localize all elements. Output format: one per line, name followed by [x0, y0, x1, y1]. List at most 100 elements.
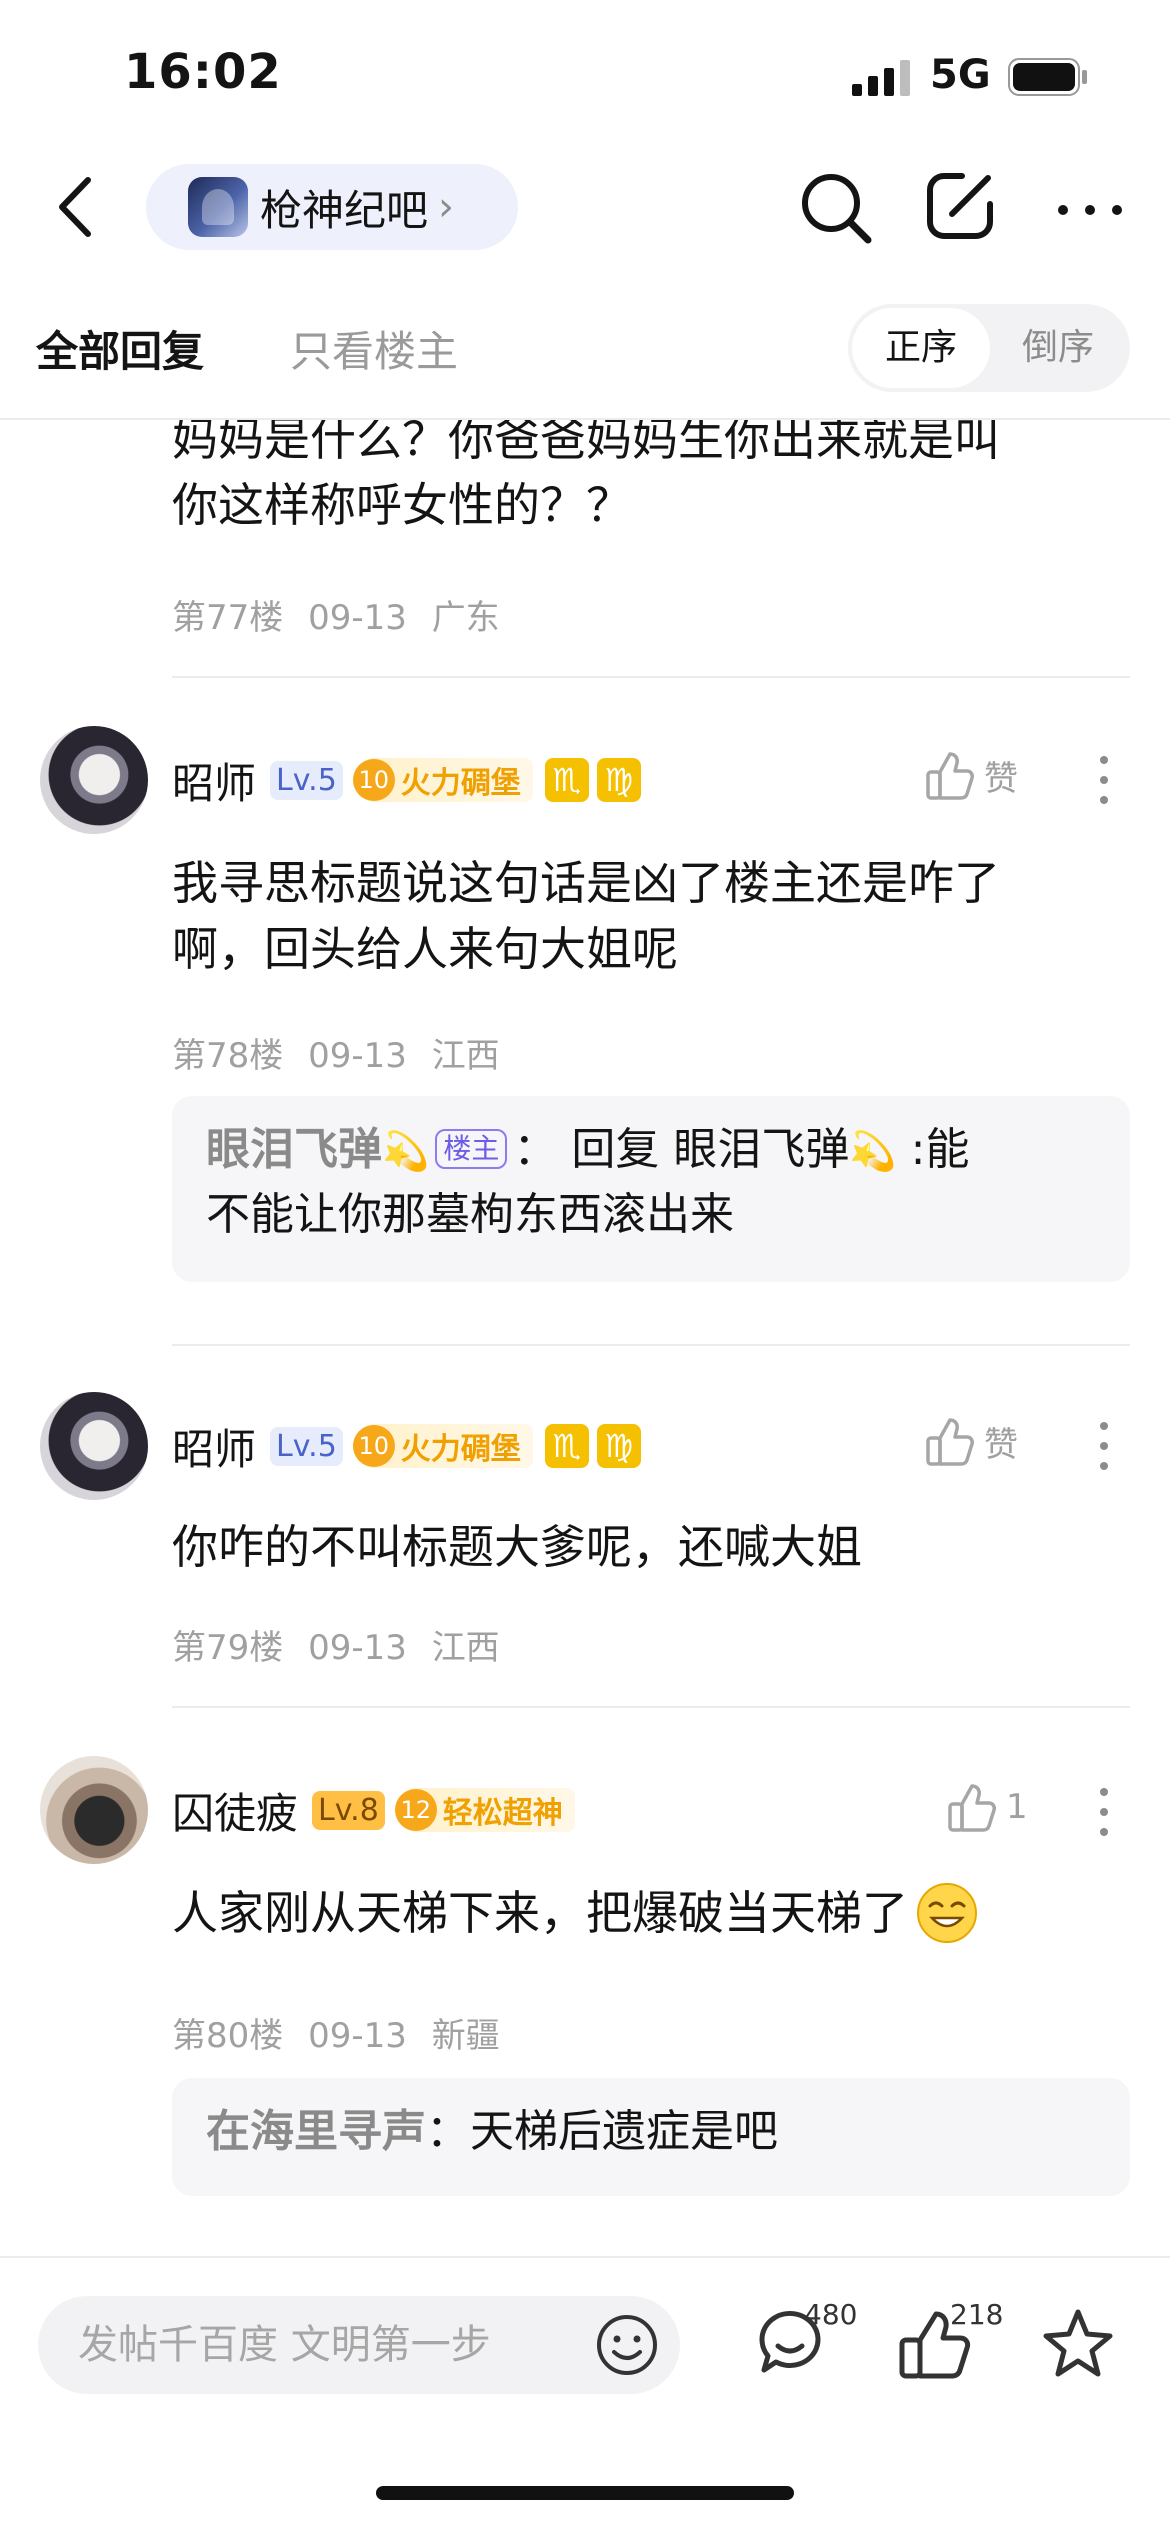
comment-count: 480 — [804, 2298, 858, 2331]
virgo-icon: ♍ — [596, 1424, 641, 1468]
username[interactable]: 昭师 — [172, 750, 256, 811]
search-icon[interactable] — [798, 170, 874, 246]
post-text: 我寻思标题说这句话是凶了楼主还是咋了 — [172, 856, 1000, 910]
username[interactable]: 囚徒疲 — [172, 1780, 298, 1841]
like-label: 赞 — [984, 1424, 1018, 1465]
badge-text: 轻松超神 — [442, 1796, 563, 1831]
share-edit-icon[interactable] — [922, 168, 998, 244]
badge-number: 12 — [394, 1789, 437, 1831]
sort-ascending-button[interactable]: 正序 — [852, 308, 990, 388]
user-info: 囚徒疲 Lv.8 12 轻松超神 — [172, 1780, 587, 1840]
virgo-icon: ♍ — [596, 758, 641, 802]
divider — [172, 676, 1130, 678]
title-badge: 12 轻松超神 — [394, 1788, 575, 1832]
reply-input-box[interactable] — [38, 2296, 680, 2394]
signal-icon — [852, 60, 910, 96]
floor-number: 第78楼 — [172, 1036, 284, 1076]
forum-name: 枪神纪吧 — [260, 185, 429, 235]
like-count: 218 — [950, 2298, 1004, 2331]
sub-reply-text: ：天梯后遗症是吧 — [426, 2106, 778, 2157]
post-text: 你咋的不叫标题大爹呢，还喊大姐 — [172, 1520, 862, 1574]
sub-reply-text: :能 — [896, 1124, 970, 1175]
sort-descending-button[interactable]: 倒序 — [990, 308, 1126, 388]
divider — [172, 1344, 1130, 1346]
sort-toggle: 正序 倒序 — [848, 304, 1130, 392]
thumbs-up-icon — [948, 1784, 996, 1832]
post-body: 你咋的不叫标题大爹呢，还喊大姐 — [172, 1514, 862, 1580]
post-date: 09-13 — [308, 598, 407, 638]
floor-number: 第80楼 — [172, 2016, 284, 2056]
badge-number: 10 — [352, 759, 395, 801]
level-badge: Lv.5 — [270, 760, 343, 800]
badge-number: 10 — [352, 1425, 395, 1467]
sub-reply[interactable]: 眼泪飞弹💫 楼主： 回复 眼泪飞弹💫 :能 不能让你那墓枸东西滚出来 — [172, 1096, 1130, 1282]
post-location: 江西 — [431, 1628, 500, 1668]
battery-icon — [1008, 58, 1087, 96]
divider — [0, 2256, 1170, 2258]
post-date: 09-13 — [308, 2016, 407, 2056]
like-count: 1 — [1006, 1787, 1028, 1827]
sparkle-emoji: 💫 — [382, 1129, 430, 1173]
tab-owner-only[interactable]: 只看楼主 — [290, 318, 458, 379]
emoji-icon[interactable] — [594, 2312, 660, 2378]
floor-number: 第77楼 — [172, 598, 284, 638]
title-badge: 10 火力碉堡 — [352, 1424, 533, 1468]
like-label: 赞 — [984, 758, 1018, 799]
more-icon[interactable] — [1055, 170, 1125, 246]
scorpio-icon: ♏ — [544, 1424, 589, 1468]
home-indicator — [376, 2486, 794, 2500]
more-vertical-icon[interactable] — [1094, 750, 1114, 810]
post-meta: 第80楼 09-13 新疆 — [172, 2008, 500, 2057]
thumbs-up-icon — [926, 752, 974, 800]
like-button[interactable]: 1 — [948, 1782, 1028, 1832]
post-77: 妈妈是什么？你爸爸妈妈生你出来就是叫 你这样称呼女性的？？ — [172, 420, 1000, 538]
post-date: 09-13 — [308, 1036, 407, 1076]
reply-filter-bar: 全部回复 只看楼主 正序 倒序 — [0, 296, 1170, 416]
network-type: 5G — [930, 52, 991, 98]
forum-avatar — [188, 177, 248, 237]
owner-tag: 楼主 — [435, 1129, 508, 1169]
post-text: 啊，回头给人来句大姐呢 — [172, 922, 678, 976]
sub-reply[interactable]: 在海里寻声：天梯后遗症是吧 — [172, 2078, 1130, 2196]
sub-reply-author[interactable]: 在海里寻声 — [206, 2106, 426, 2157]
post-location: 广东 — [431, 598, 500, 638]
badge-text: 火力碉堡 — [400, 1432, 521, 1467]
post-location: 江西 — [431, 1036, 500, 1076]
divider — [172, 1706, 1130, 1708]
like-button[interactable]: 赞 — [926, 1416, 1018, 1466]
reply-input[interactable] — [78, 2296, 578, 2394]
forum-link[interactable]: 枪神纪吧 › — [146, 164, 518, 250]
star-favorite-icon[interactable] — [1040, 2306, 1116, 2382]
user-info: 昭师 Lv.5 10 火力碉堡 ♏ ♍ — [172, 750, 649, 810]
status-time: 16:02 — [124, 44, 282, 100]
scorpio-icon: ♏ — [544, 758, 589, 802]
sub-reply-target: 眼泪飞弹 — [673, 1124, 850, 1175]
post-text: 妈妈是什么？你爸爸妈妈生你出来就是叫 — [172, 420, 1000, 466]
user-info: 昭师 Lv.5 10 火力碉堡 ♏ ♍ — [172, 1416, 649, 1476]
badge-text: 火力碉堡 — [400, 766, 521, 801]
post-date: 09-13 — [308, 1628, 407, 1668]
like-button[interactable]: 赞 — [926, 750, 1018, 800]
back-arrow-icon[interactable] — [52, 172, 102, 242]
title-badge: 10 火力碉堡 — [352, 758, 533, 802]
avatar[interactable] — [40, 726, 148, 834]
grin-emoji-icon — [917, 1883, 977, 1943]
reply-list[interactable]: 妈妈是什么？你爸爸妈妈生你出来就是叫 你这样称呼女性的？？ 第77楼 09-13… — [0, 420, 1170, 2250]
post-meta: 第77楼 09-13 广东 — [172, 590, 500, 639]
username[interactable]: 昭师 — [172, 1416, 256, 1477]
thumbs-up-icon — [926, 1418, 974, 1466]
more-vertical-icon[interactable] — [1094, 1416, 1114, 1476]
sub-reply-author[interactable]: 眼泪飞弹 — [206, 1124, 382, 1175]
avatar[interactable] — [40, 1392, 148, 1500]
more-vertical-icon[interactable] — [1094, 1782, 1114, 1842]
tab-all-replies[interactable]: 全部回复 — [36, 318, 204, 379]
sub-reply-text: 不能让你那墓枸东西滚出来 — [206, 1189, 734, 1240]
sparkle-emoji: 💫 — [849, 1129, 897, 1173]
post-meta: 第78楼 09-13 江西 — [172, 1028, 500, 1077]
level-badge: Lv.8 — [312, 1790, 385, 1830]
post-meta: 第79楼 09-13 江西 — [172, 1620, 500, 1669]
status-bar: 16:02 5G — [0, 0, 1170, 150]
avatar[interactable] — [40, 1756, 148, 1864]
level-badge: Lv.5 — [270, 1426, 343, 1466]
floor-number: 第79楼 — [172, 1628, 284, 1668]
